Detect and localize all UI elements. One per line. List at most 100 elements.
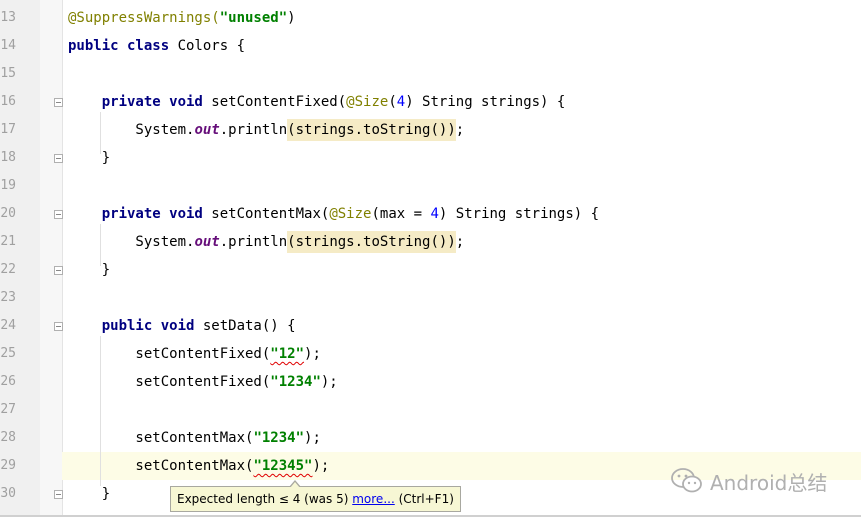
code-token: ); [304,346,321,362]
code-token: (strings.toString()) [287,119,456,141]
code-token: setData() { [202,318,296,334]
code-text: setContentFixed("1234"); [68,368,338,396]
code-text: setContentMax("1234"); [68,424,321,452]
line-number: 27 [0,402,16,417]
code-line[interactable]: 27 [0,396,861,424]
fold-toggle-icon[interactable] [54,98,63,107]
code-token: setContentFixed( [68,374,271,390]
code-token: ) String strings) { [405,94,566,110]
fold-toggle-icon[interactable] [54,154,63,163]
code-token: private void [68,206,212,222]
line-number: 28 [0,430,16,445]
code-text: private void setContentMax(@Size(max = 4… [68,200,599,228]
line-number: 17 [0,122,16,137]
code-text: @SuppressWarnings("unused") [68,4,296,32]
code-line[interactable]: 15 [0,60,861,88]
line-number: 22 [0,262,16,277]
code-token: ) [287,10,296,26]
code-line[interactable]: 13 @SuppressWarnings("unused") [0,4,861,32]
code-token: public class [68,38,178,54]
watermark-text: Android总结 [710,470,828,495]
code-token: setContentFixed( [68,346,271,362]
code-token: "1234" [253,430,305,446]
code-line[interactable]: 23 [0,284,861,312]
code-token: public void [68,318,203,334]
code-token: @SuppressWarnings( [68,10,220,26]
code-token: setContentFixed( [211,94,347,110]
line-number: 13 [0,10,16,25]
code-token: ); [304,430,321,446]
code-token: 4 [396,94,406,110]
code-text: } [68,144,110,172]
code-line[interactable]: 17 System.out.println(strings.toString()… [0,116,861,144]
code-token: ) String strings) { [438,206,600,222]
code-token: .println [219,122,288,138]
code-token: } [68,262,111,278]
line-number: 23 [0,290,16,305]
code-token: ); [320,374,338,390]
tooltip-shortcut: (Ctrl+F1) [394,492,454,506]
code-line[interactable]: 28 setContentMax("1234"); [0,424,861,452]
code-line[interactable]: 18 } [0,144,861,172]
code-token: private void [68,94,212,110]
watermark: Android总结 [670,466,827,496]
code-text: } [68,480,110,508]
line-number: 16 [0,94,16,109]
line-number: 21 [0,234,16,249]
code-text: setContentMax("12345"); [68,452,329,480]
line-number: 20 [0,206,16,221]
code-line[interactable]: 19 [0,172,861,200]
tooltip-more-link[interactable]: more... [352,492,395,506]
line-number: 24 [0,318,16,333]
code-token: ; [455,234,465,250]
code-token: @Size [346,94,389,110]
line-number: 29 [0,458,16,473]
code-text: private void setContentFixed(@Size(4) St… [68,88,566,116]
code-token: ); [312,458,330,474]
code-editor[interactable]: 13 @SuppressWarnings("unused") 14 public cl… [0,0,861,517]
code-token: 4 [430,206,439,222]
code-text: System.out.println(strings.toString()); [68,228,464,256]
code-token: "12345" [253,458,313,474]
tooltip-message: Expected length ≤ 4 (was 5) [177,492,353,506]
code-token: (max = [371,206,431,222]
line-number: 18 [0,150,16,165]
code-line[interactable]: 14 public class Colors { [0,32,861,60]
line-number: 30 [0,486,16,501]
code-text: System.out.println(strings.toString()); [68,116,464,144]
code-token: setContentMax( [68,458,254,474]
code-token: ; [455,122,465,138]
code-token: setContentMax( [68,430,254,446]
code-token: } [68,486,111,502]
code-token: System. [68,234,195,250]
code-token: out [194,122,220,138]
code-token: "1234" [270,374,321,390]
code-line[interactable]: 16 private void setContentFixed(@Size(4)… [0,88,861,116]
fold-toggle-icon[interactable] [54,210,63,219]
line-number: 14 [0,38,16,53]
code-token: (strings.toString()) [287,231,456,253]
code-token: out [194,234,220,250]
code-text: public class Colors { [68,32,245,60]
code-line[interactable]: 22 } [0,256,861,284]
line-number: 25 [0,346,16,361]
line-number: 15 [0,66,16,81]
wechat-icon [671,468,702,493]
code-line[interactable]: 20 private void setContentMax(@Size(max … [0,200,861,228]
line-number: 19 [0,178,16,193]
code-token: ( [388,94,397,110]
code-line[interactable]: 21 System.out.println(strings.toString()… [0,228,861,256]
fold-toggle-icon[interactable] [54,322,63,331]
code-line[interactable]: 24 public void setData() { [0,312,861,340]
fold-toggle-icon[interactable] [54,266,63,275]
code-line[interactable]: 26 setContentFixed("1234"); [0,368,861,396]
inspection-tooltip: Expected length ≤ 4 (was 5) more... (Ctr… [170,480,461,512]
fold-toggle-icon[interactable] [54,490,63,499]
code-token: setContentMax( [211,206,330,222]
code-token: .println [219,234,288,250]
line-number: 26 [0,374,16,389]
code-text: setContentFixed("12"); [68,340,321,368]
code-text: public void setData() { [68,312,296,340]
code-line[interactable]: 25 setContentFixed("12"); [0,340,861,368]
code-text: } [68,256,110,284]
